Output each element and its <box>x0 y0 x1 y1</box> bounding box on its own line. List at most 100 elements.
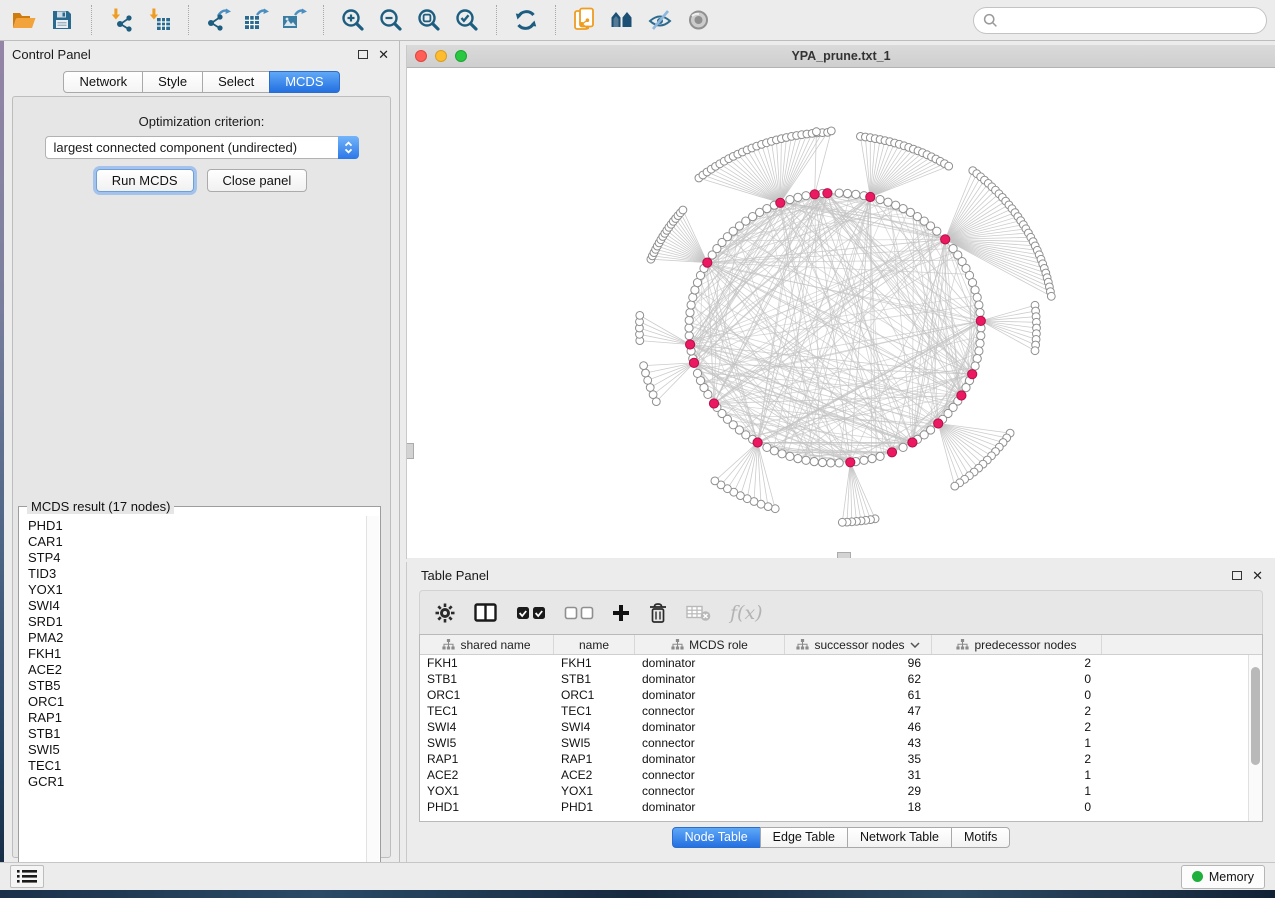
mcds-result-item[interactable]: SWI4 <box>28 598 365 614</box>
column-header-shared-name[interactable]: shared name <box>420 635 554 654</box>
search-input[interactable] <box>1004 13 1257 28</box>
tab-motifs[interactable]: Motifs <box>951 827 1010 848</box>
column-header-name[interactable]: name <box>554 635 635 654</box>
table-cell: RAP1 <box>420 751 554 767</box>
mcds-result-item[interactable]: FKH1 <box>28 646 365 662</box>
column-header-successor-nodes[interactable]: successor nodes <box>785 635 932 654</box>
table-row[interactable]: ORC1ORC1dominator610 <box>420 687 1248 703</box>
close-panel-icon[interactable]: ✕ <box>378 48 389 61</box>
float-table-panel-icon[interactable] <box>1232 571 1242 580</box>
mcds-result-item[interactable]: CAR1 <box>28 534 365 550</box>
search-box[interactable] <box>973 7 1267 34</box>
float-panel-icon[interactable] <box>358 50 368 59</box>
tab-network[interactable]: Network <box>63 71 143 93</box>
open-file-button[interactable] <box>8 4 40 36</box>
table-cell-filler <box>1102 767 1248 783</box>
mcds-result-item[interactable]: PMA2 <box>28 630 365 646</box>
export-network-button[interactable] <box>202 4 234 36</box>
deselect-all-button[interactable] <box>564 600 594 626</box>
table-cell: 46 <box>785 719 932 735</box>
zoom-in-button[interactable] <box>337 4 369 36</box>
mcds-result-item[interactable]: STP4 <box>28 550 365 566</box>
delete-table-button[interactable] <box>686 600 712 626</box>
column-header-mcds-role[interactable]: MCDS role <box>635 635 785 654</box>
mcds-result-item[interactable]: YOX1 <box>28 582 365 598</box>
table-cell: 2 <box>932 751 1102 767</box>
import-table-icon <box>146 7 172 33</box>
column-header-predecessor-nodes[interactable]: predecessor nodes <box>932 635 1102 654</box>
split-handle-left[interactable] <box>407 443 414 459</box>
memory-button[interactable]: Memory <box>1181 865 1265 889</box>
table-cell: SWI4 <box>420 719 554 735</box>
table-cell-filler <box>1102 655 1248 671</box>
tab-style[interactable]: Style <box>142 71 203 93</box>
zoom-fit-button[interactable] <box>413 4 445 36</box>
table-cell: 0 <box>932 687 1102 703</box>
show-panels-button[interactable] <box>10 865 44 888</box>
mcds-result-item[interactable]: STB1 <box>28 726 365 742</box>
open-in-browser-button[interactable] <box>569 4 601 36</box>
hide-details-button[interactable] <box>645 4 677 36</box>
table-row[interactable]: SWI4SWI4dominator462 <box>420 719 1248 735</box>
table-row[interactable]: PHD1PHD1dominator180 <box>420 799 1248 815</box>
network-window: YPA_prune.txt_1 <box>406 45 1275 559</box>
table-row[interactable]: ACE2ACE2connector311 <box>420 767 1248 783</box>
table-cell: STB1 <box>420 671 554 687</box>
table-cell: FKH1 <box>554 655 635 671</box>
export-table-button[interactable] <box>240 4 272 36</box>
mcds-result-item[interactable]: PHD1 <box>28 518 365 534</box>
show-column-button[interactable] <box>474 600 498 626</box>
criterion-select[interactable]: largest connected component (undirected) <box>45 136 359 159</box>
zoom-selected-button[interactable] <box>451 4 483 36</box>
mcds-result-item[interactable]: SRD1 <box>28 614 365 630</box>
table-row[interactable]: FKH1FKH1dominator962 <box>420 655 1248 671</box>
mcds-result-item[interactable]: RAP1 <box>28 710 365 726</box>
table-row[interactable]: TEC1TEC1connector472 <box>420 703 1248 719</box>
table-cell: TEC1 <box>554 703 635 719</box>
network-overview-button[interactable] <box>607 4 639 36</box>
close-panel-button[interactable]: Close panel <box>207 169 308 192</box>
table-row[interactable]: SWI5SWI5connector431 <box>420 735 1248 751</box>
select-all-button[interactable] <box>516 600 546 626</box>
tab-select[interactable]: Select <box>202 71 270 93</box>
import-table-button[interactable] <box>143 4 175 36</box>
network-canvas[interactable] <box>407 68 1275 558</box>
export-image-button[interactable] <box>278 4 310 36</box>
table-mode-button[interactable] <box>434 600 456 626</box>
add-column-button[interactable] <box>612 600 630 626</box>
tab-mcds[interactable]: MCDS <box>269 71 339 93</box>
mcds-result-item[interactable]: TID3 <box>28 566 365 582</box>
status-bar: Memory <box>0 862 1275 890</box>
tab-network-table[interactable]: Network Table <box>847 827 952 848</box>
mcds-result-scrollbar[interactable] <box>366 516 379 882</box>
show-details-button[interactable] <box>683 4 715 36</box>
refresh-button[interactable] <box>510 4 542 36</box>
app-body: Control Panel ✕ Network Style Select MCD… <box>4 41 1275 862</box>
split-handle-bottom[interactable] <box>837 552 851 558</box>
mcds-result-item[interactable]: STB5 <box>28 678 365 694</box>
import-network-button[interactable] <box>105 4 137 36</box>
table-row[interactable]: STB1STB1dominator620 <box>420 671 1248 687</box>
binoculars-icon <box>609 7 637 33</box>
mcds-result-item[interactable]: SWI5 <box>28 742 365 758</box>
table-row[interactable]: RAP1RAP1dominator352 <box>420 751 1248 767</box>
mcds-result-item[interactable]: ORC1 <box>28 694 365 710</box>
save-button[interactable] <box>46 4 78 36</box>
tab-node-table[interactable]: Node Table <box>672 827 761 848</box>
delete-column-button[interactable] <box>648 600 668 626</box>
mcds-result-item[interactable]: GCR1 <box>28 774 365 790</box>
close-table-panel-icon[interactable]: ✕ <box>1252 569 1263 582</box>
mcds-result-item[interactable]: ACE2 <box>28 662 365 678</box>
table-scrollbar-thumb[interactable] <box>1251 667 1260 765</box>
mcds-result-item[interactable]: TEC1 <box>28 758 365 774</box>
function-builder-icon[interactable]: f(x) <box>730 600 763 626</box>
table-scrollbar[interactable] <box>1248 655 1262 821</box>
table-cell: RAP1 <box>554 751 635 767</box>
run-mcds-button[interactable]: Run MCDS <box>96 169 194 192</box>
zoom-out-button[interactable] <box>375 4 407 36</box>
tree-icon <box>956 639 969 650</box>
zoom-selected-icon <box>454 7 480 33</box>
table-row[interactable]: YOX1YOX1connector291 <box>420 783 1248 799</box>
mcds-result-list[interactable]: PHD1CAR1STP4TID3YOX1SWI4SRD1PMA2FKH1ACE2… <box>20 516 365 882</box>
tab-edge-table[interactable]: Edge Table <box>760 827 848 848</box>
